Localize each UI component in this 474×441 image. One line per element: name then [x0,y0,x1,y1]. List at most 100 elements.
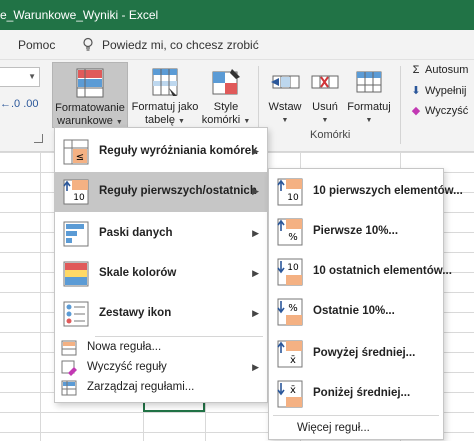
title-bar: e_Warunkowe_Wyniki - Excel [0,0,474,30]
above-average-icon: x̄ [277,340,303,368]
conditional-formatting-icon [74,67,106,99]
fill-down-icon: ⬇ [411,85,421,97]
submenu-label: Powyżej średniej... [313,347,416,359]
menu-label: Nowa reguła... [87,341,162,353]
window-title: e_Warunkowe_Wyniki - Excel [0,8,159,22]
insert-label: Wstaw [268,101,302,113]
bottom-10-percent-icon: % [277,298,303,326]
submenu-item-bottom10pct[interactable]: % Ostatnie 10%... [269,293,443,331]
top-bottom-rules-submenu: 10 10 pierwszych elementów... % Pierwsze… [268,168,463,440]
chevron-right-icon: ▶ [252,186,259,196]
conditional-formatting-button[interactable]: Formatowanie warunkowe ▼ [52,62,128,128]
chevron-down-icon: ▼ [115,119,123,126]
chevron-right-icon: ▶ [252,308,259,318]
lightbulb-icon [83,37,93,51]
chevron-right-icon: ▶ [252,362,259,372]
decimal-buttons[interactable]: ←.0 .00 [0,98,40,122]
submenu-label: 10 pierwszych elementów... [313,185,463,197]
svg-text:≤: ≤ [76,152,84,163]
submenu-label: Więcej reguł... [297,422,370,434]
cells-group-label: Komórki [310,129,351,141]
tell-me-search[interactable]: Powiedz mi, co chcesz zrobić [102,38,259,52]
delete-cells-icon [309,66,341,98]
eraser-icon: ◆ [411,105,421,117]
menu-label: Zestawy ikon [99,307,172,319]
dialog-launcher-icon[interactable] [34,134,43,143]
format-cells-button[interactable]: Formatuj ▼ [344,62,394,128]
format-label: Formatuj [347,101,391,113]
chevron-right-icon: ▶ [252,228,259,238]
name-box[interactable]: ▼ [0,67,40,87]
submenu-item-top10pct[interactable]: % Pierwsze 10%... [269,213,443,251]
clear-rules-icon [61,360,77,376]
svg-text:x̄: x̄ [290,355,296,366]
chevron-right-icon: ▶ [252,268,259,278]
group-divider [400,66,401,144]
conditional-formatting-menu: ≤ Reguły wyróżniania komórek ▶ 10 Reguły… [54,127,268,403]
fill-button[interactable]: ⬇ Wypełnij [410,84,466,104]
submenu-label: Pierwsze 10%... [313,225,399,237]
menu-item-color-scales[interactable]: Skale kolorów ▶ [55,254,267,294]
submenu-item-more-rules[interactable]: Więcej reguł... [269,416,443,440]
delete-label: Usuń [312,101,338,113]
insert-cells-button[interactable]: Wstaw ▼ [264,62,306,128]
menu-item-clear-rules[interactable]: Wyczyść reguły ▶ [55,358,267,378]
tab-help[interactable]: Pomoc [18,38,55,52]
menu-label: Wyczyść reguły [87,361,167,373]
color-scales-icon [63,261,89,287]
top-10-items-icon: 10 [277,178,303,206]
top-10-percent-icon: % [277,218,303,246]
menu-label: Reguły pierwszych/ostatnich [99,185,257,197]
menu-item-manage-rules[interactable]: Zarządzaj regułami... [55,378,267,398]
menu-item-top-bottom-rules[interactable]: 10 Reguły pierwszych/ostatnich ▶ [55,172,267,212]
cell-styles-button[interactable]: Style komórki ▼ [200,62,252,128]
clear-label: Wyczyść [425,105,469,117]
new-rule-icon [61,340,77,356]
svg-text:x̄: x̄ [290,385,296,396]
format-as-table-button[interactable]: Formatuj jako tabelę ▼ [130,62,200,128]
highlight-cells-rules-icon: ≤ [63,139,89,165]
chevron-right-icon: ▶ [252,146,259,156]
menu-item-new-rule[interactable]: Nowa reguła... [55,338,267,358]
cell-styles-icon [210,66,242,98]
chevron-down-icon: ▼ [365,117,373,124]
conditional-formatting-label-2: warunkowe [57,115,113,127]
chevron-down-icon: ▼ [321,117,329,124]
data-bars-icon [63,221,89,247]
top-bottom-rules-icon: 10 [63,179,89,205]
autosum-label: Autosum [425,64,469,76]
menu-label: Paski danych [99,227,173,239]
svg-text:10: 10 [73,193,85,203]
column-gridline [40,152,41,441]
ribbon-tab-row: Pomoc Powiedz mi, co chcesz zrobić [0,30,474,60]
autosum-button[interactable]: Σ Autosum [410,64,469,84]
submenu-item-bottom10[interactable]: 10 10 ostatnich elementów... [269,253,452,291]
chevron-down-icon: ▼ [178,118,185,125]
clear-button[interactable]: ◆ Wyczyść [410,104,469,124]
cell-styles-label-1: Style [213,101,239,113]
format-as-table-label-2: tabelę [145,114,175,126]
format-as-table-icon [149,66,181,98]
submenu-item-top10[interactable]: 10 10 pierwszych elementów... [269,173,463,211]
chevron-down-icon[interactable]: ▼ [28,72,36,81]
submenu-item-above-average[interactable]: x̄ Powyżej średniej... [269,335,443,373]
conditional-formatting-label-1: Formatowanie [55,102,125,114]
chevron-down-icon: ▼ [243,118,251,125]
menu-separator [95,336,263,337]
format-as-table-label-1: Formatuj jako [131,101,199,113]
submenu-label: Ostatnie 10%... [313,305,395,317]
bottom-10-items-icon: 10 [277,258,303,286]
cell-styles-label-2: komórki [201,114,241,126]
chevron-down-icon: ▼ [281,117,289,124]
svg-text:%: % [288,232,298,243]
menu-label: Reguły wyróżniania komórek [99,145,258,157]
menu-item-highlight-rules[interactable]: ≤ Reguły wyróżniania komórek ▶ [55,132,267,172]
icon-sets-icon [63,301,89,327]
menu-item-icon-sets[interactable]: Zestawy ikon ▶ [55,294,267,334]
menu-label: Zarządzaj regułami... [87,381,195,393]
delete-cells-button[interactable]: Usuń ▼ [306,62,344,128]
svg-text:10: 10 [287,263,299,273]
submenu-label: 10 ostatnich elementów... [313,265,452,277]
submenu-item-below-average[interactable]: x̄ Poniżej średniej... [269,375,443,413]
menu-item-data-bars[interactable]: Paski danych ▶ [55,214,267,254]
